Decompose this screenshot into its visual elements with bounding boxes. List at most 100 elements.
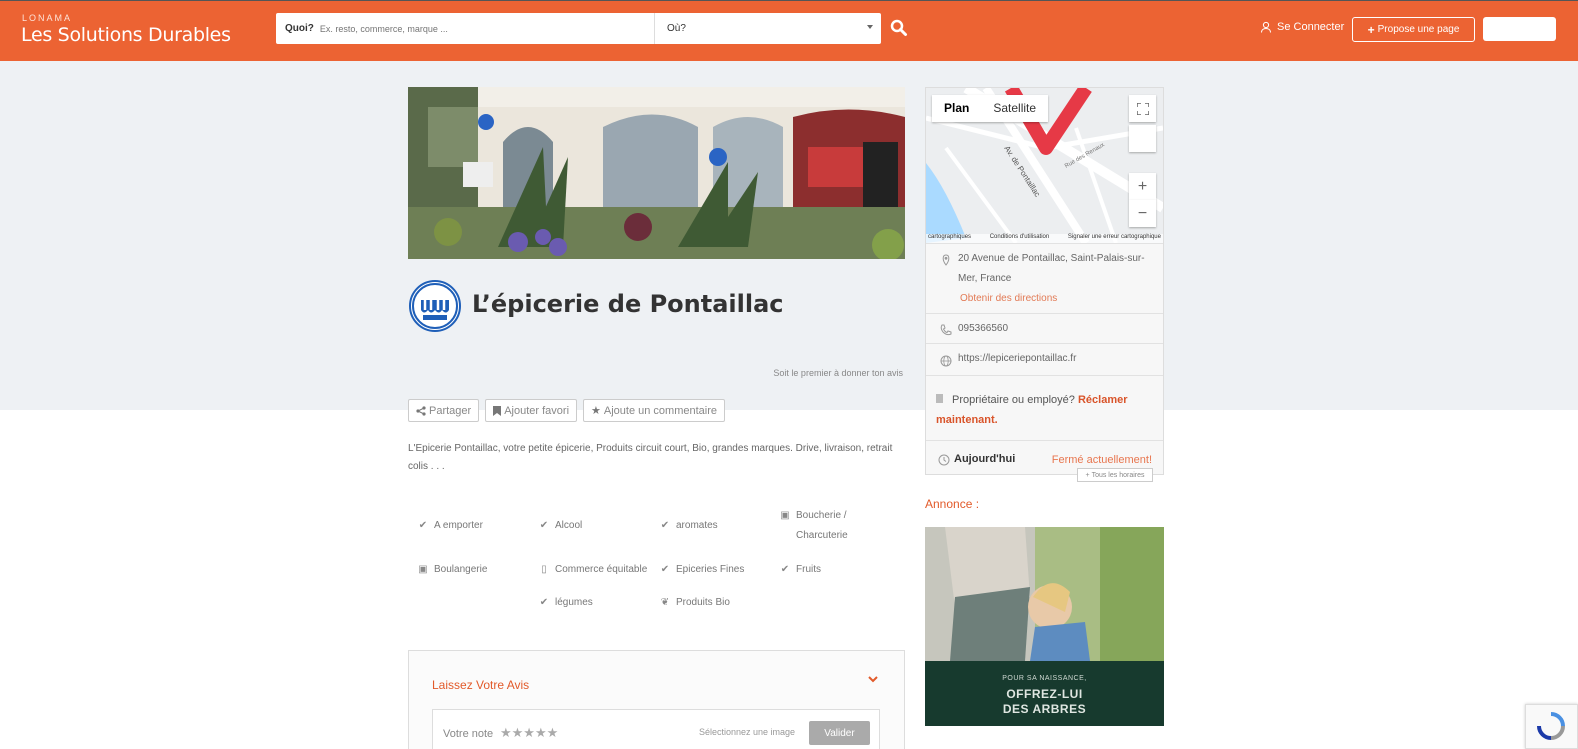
claim-row: Propriétaire ou employé? Réclamer mainte… [926, 375, 1163, 440]
add-favorite-label: Ajouter favori [504, 404, 570, 417]
location-map[interactable]: Av. de Pontaillac Rue des Renaux Plan Sa… [926, 88, 1163, 243]
rating-stars[interactable]: ★★★★★ [500, 725, 558, 741]
ad-banner[interactable]: POUR SA NAISSANCE, OFFREZ-LUI DES ARBRES [925, 527, 1164, 726]
listing-description: L'Epicerie Pontaillac, votre petite épic… [408, 443, 893, 472]
select-image-link[interactable]: Sélectionnez une image [699, 727, 795, 737]
ad-line-1: POUR SA NAISSANCE, [1002, 675, 1087, 682]
feature-item: ▣ Boucherie / Charcuterie [780, 506, 880, 546]
ad-line-3: DES ARBRES [1002, 702, 1087, 716]
search-what-input[interactable] [319, 23, 654, 34]
tab-plan[interactable]: Plan [932, 95, 981, 122]
chevron-down-icon [867, 25, 873, 29]
feature-label: aromates [676, 520, 718, 531]
listing-cover-image [408, 87, 905, 259]
propose-page-button[interactable]: + Propose une page [1352, 17, 1475, 42]
submit-review-button[interactable]: Valider [809, 721, 870, 745]
awning-logo-icon [412, 283, 458, 329]
search-what-label: Quoi? [285, 23, 314, 34]
zoom-in-button[interactable]: + [1129, 173, 1156, 200]
mobile-icon: ▯ [541, 564, 547, 575]
claim-text: Propriétaire ou employé? [952, 394, 1075, 406]
globe-icon [940, 355, 952, 367]
feature-item: ✔ Fruits [780, 560, 880, 580]
add-favorite-button[interactable]: Ajouter favori [485, 399, 578, 422]
recaptcha-icon [1537, 712, 1565, 740]
zoom-out-button[interactable]: − [1129, 200, 1156, 227]
feature-item: ✔ Epiceries Fines [660, 560, 770, 580]
storefront-photo [408, 87, 905, 259]
ad-label: Annonce : [925, 497, 980, 511]
feature-label: Produits Bio [676, 597, 730, 608]
address-row: 20 Avenue de Pontaillac, Saint-Palais-su… [926, 243, 1163, 313]
star-icon: ★ [591, 405, 601, 417]
fullscreen-button[interactable] [1129, 95, 1156, 122]
propose-page-label: Propose une page [1377, 24, 1460, 35]
hours-today-label: Aujourd'hui [954, 453, 1016, 465]
ad-photo [925, 527, 1164, 661]
address-text: 20 Avenue de Pontaillac, Saint-Palais-su… [958, 253, 1145, 284]
search-where-select[interactable]: Où? [655, 13, 881, 44]
street-view-button[interactable] [1129, 125, 1156, 152]
review-heading: Laissez Votre Avis [432, 678, 530, 692]
feature-item: ✔ légumes [539, 593, 649, 613]
doc-icon [936, 394, 943, 403]
check-icon: ✔ [780, 564, 790, 575]
fullscreen-icon [1136, 102, 1149, 115]
rating-label: Votre note [443, 728, 494, 740]
recaptcha-badge[interactable] [1525, 704, 1578, 749]
map-footer: cartographiques Conditions d'utilisation… [926, 234, 1163, 243]
chevron-down-icon[interactable] [867, 673, 879, 685]
map-type-tabs: Plan Satellite [932, 95, 1049, 122]
location-pin-icon [942, 254, 950, 266]
ad-line-2: OFFREZ-LUI [1006, 687, 1083, 701]
first-review-link[interactable]: Soit le premier à donner ton avis [760, 368, 903, 378]
top-navbar: LONAMA Les Solutions Durables Quoi? Où? … [0, 0, 1578, 61]
login-label: Se Connecter [1277, 21, 1345, 33]
user-icon [1261, 21, 1271, 33]
clock-icon [938, 454, 950, 466]
claim-block: Propriétaire ou employé? Réclamer mainte… [936, 390, 1156, 430]
search-button[interactable] [890, 19, 908, 37]
add-comment-button[interactable]: ★ Ajoute un commentaire [583, 399, 726, 422]
login-link[interactable]: Se Connecter [1260, 21, 1344, 33]
feature-item: ▣ Boulangerie [418, 560, 528, 580]
directions-link[interactable]: Obtenir des directions [958, 289, 1154, 309]
review-form: Votre note ★★★★★ Sélectionnez une image … [432, 709, 880, 749]
feature-label: A emporter [434, 520, 483, 531]
phone-number[interactable]: 095366560 [958, 323, 1008, 334]
brand-tagline: LONAMA [22, 13, 73, 23]
review-panel: Laissez Votre Avis Votre note ★★★★★ Séle… [408, 650, 905, 749]
plus-icon: + [1085, 471, 1090, 479]
map-footer-copyright: cartographiques [928, 234, 972, 240]
map-report-link[interactable]: Signaler une erreur cartographique [1068, 234, 1161, 243]
ad-headline: OFFREZ-LUI DES ARBRES [925, 687, 1164, 717]
all-hours-button[interactable]: + Tous les horaires [1077, 468, 1153, 482]
listing-actions: Partager Ajouter favori ★ Ajoute un comm… [408, 399, 726, 422]
feature-item: ▯ Commerce équitable [539, 560, 659, 580]
add-comment-label: Ajoute un commentaire [603, 404, 718, 417]
map-terms-link[interactable]: Conditions d'utilisation [990, 234, 1050, 243]
feature-item: ✔ Alcool [539, 516, 649, 536]
feature-label: Commerce équitable [555, 564, 648, 575]
bookmark-icon [493, 405, 502, 416]
check-icon: ✔ [539, 597, 549, 608]
website-row: https://lepiceriepontaillac.fr [926, 343, 1163, 375]
search-where-label: Où? [667, 23, 686, 34]
share-label: Partager [429, 404, 472, 417]
website-link[interactable]: https://lepiceriepontaillac.fr [958, 353, 1076, 364]
all-hours-label: Tous les horaires [1091, 471, 1145, 479]
plus-icon: + [1137, 177, 1148, 195]
feature-label: légumes [555, 597, 593, 608]
feature-item: ✔ aromates [660, 516, 770, 536]
search-what: Quoi? [276, 13, 655, 44]
address-block: 20 Avenue de Pontaillac, Saint-Palais-su… [958, 249, 1154, 309]
header-blank-button[interactable] [1483, 17, 1556, 41]
check-icon: ✔ [660, 564, 670, 575]
person-badge-icon: ▣ [418, 564, 428, 575]
check-icon: ✔ [660, 520, 670, 531]
share-button[interactable]: Partager [408, 399, 480, 422]
tab-satellite[interactable]: Satellite [981, 95, 1048, 122]
site-logo[interactable]: Les Solutions Durables [21, 24, 231, 46]
feature-label: Boulangerie [434, 564, 488, 575]
minus-icon: − [1137, 204, 1148, 222]
